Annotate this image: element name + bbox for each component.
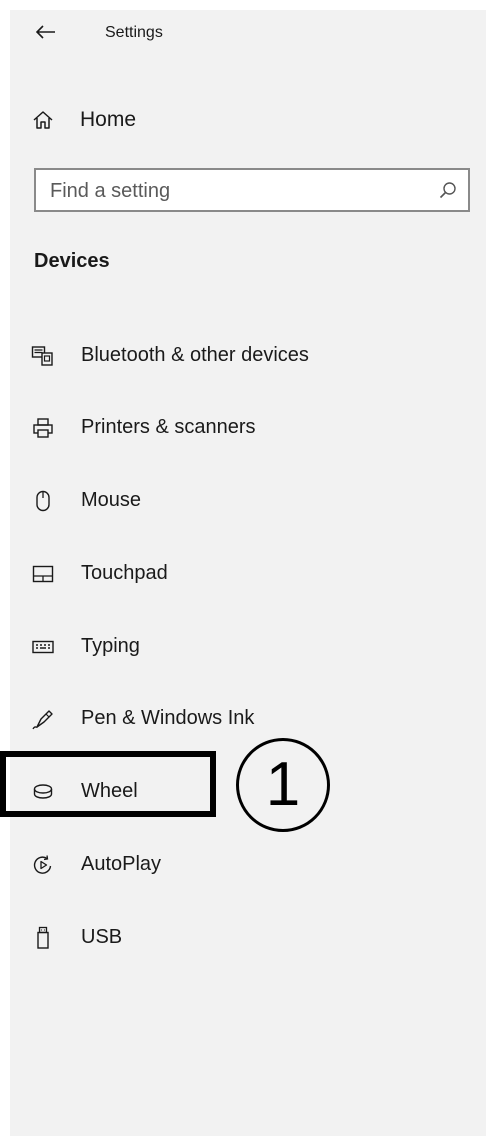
nav-item-label: Printers & scanners	[81, 416, 256, 438]
mouse-icon	[30, 489, 56, 513]
search-input[interactable]	[48, 170, 432, 212]
callout-number: 1	[265, 750, 301, 819]
search-box[interactable]	[34, 168, 470, 212]
nav-item-autoplay[interactable]: AutoPlay	[10, 845, 486, 885]
printer-icon	[30, 416, 56, 440]
nav-item-label: Mouse	[81, 489, 142, 511]
usb-icon	[30, 926, 56, 950]
nav-item-touchpad[interactable]: Touchpad	[10, 554, 486, 594]
keyboard-icon	[30, 635, 56, 659]
home-icon	[33, 111, 53, 129]
nav-item-label: Pen & Windows Ink	[81, 707, 255, 729]
nav-item-label: USB	[81, 926, 123, 948]
nav-item-label: Bluetooth & other devices	[81, 344, 309, 366]
home-label: Home	[80, 108, 137, 131]
nav-item-typing[interactable]: Typing	[10, 627, 486, 667]
nav-item-printers[interactable]: Printers & scanners	[10, 408, 486, 448]
touchpad-icon	[30, 562, 56, 586]
search-icon[interactable]	[438, 180, 458, 200]
nav-item-label: Typing	[81, 635, 140, 657]
nav-item-bluetooth[interactable]: Bluetooth & other devices	[10, 336, 486, 376]
callout-marker: 1	[236, 738, 330, 832]
back-arrow-icon	[36, 25, 55, 39]
nav-item-label: AutoPlay	[81, 853, 162, 875]
autoplay-icon	[30, 853, 56, 877]
settings-sidebar: Settings Home Devices Bluetooth & other …	[10, 10, 486, 1136]
app-title: Settings	[105, 24, 163, 41]
back-button[interactable]	[34, 20, 58, 44]
nav-item-usb[interactable]: USB	[10, 918, 486, 958]
section-heading: Devices	[34, 250, 110, 272]
nav-item-label: Touchpad	[81, 562, 168, 584]
title-bar: Settings	[10, 10, 486, 58]
bluetooth-devices-icon	[30, 344, 56, 368]
nav-item-mouse[interactable]: Mouse	[10, 481, 486, 521]
nav-item-pen[interactable]: Pen & Windows Ink	[10, 699, 486, 739]
home-link[interactable]: Home	[32, 106, 136, 134]
highlight-box	[0, 751, 216, 817]
pen-icon	[30, 707, 56, 731]
